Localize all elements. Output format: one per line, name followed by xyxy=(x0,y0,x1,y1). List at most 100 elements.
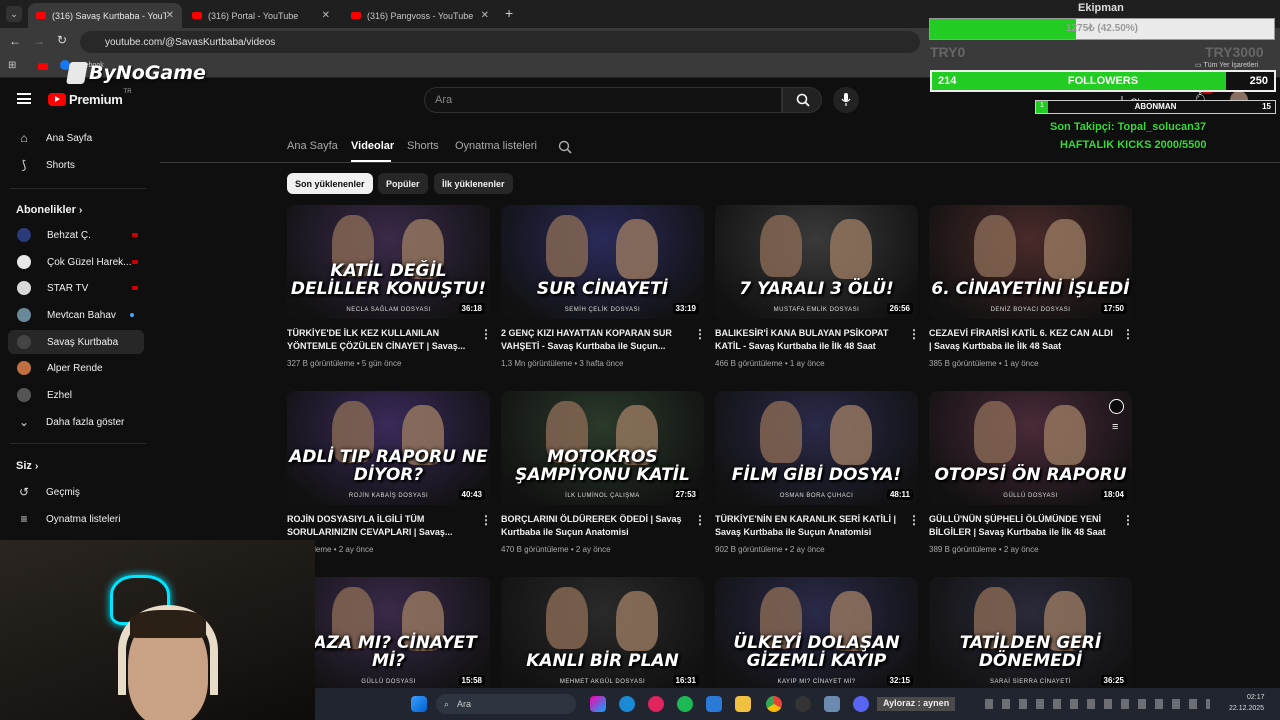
tab-shorts[interactable]: Shorts xyxy=(407,140,439,152)
more-actions-icon[interactable]: ⋮ xyxy=(694,327,706,341)
person-silhouette xyxy=(974,401,1016,463)
sidebar-sub-alper-rende[interactable]: Alper Rende xyxy=(8,356,144,380)
sidebar-sub-mevtcan[interactable]: Mevtcan Bahav xyxy=(8,303,144,327)
video-title[interactable]: BORÇLARINI ÖLDÜREREK ÖDEDİ | Savaş Kurtb… xyxy=(501,513,686,539)
search-button[interactable] xyxy=(782,87,822,113)
sidebar-item-playlists[interactable]: ≡ Oynatma listeleri xyxy=(8,507,144,531)
youtube-favicon-icon xyxy=(192,12,202,19)
sidebar-item-shorts[interactable]: ⟆ Shorts xyxy=(8,153,144,177)
chip-oldest[interactable]: İlk yüklenenler xyxy=(434,173,513,194)
more-actions-icon[interactable]: ⋮ xyxy=(1122,513,1134,527)
video-duration: 16:31 xyxy=(672,675,699,686)
close-tab-icon[interactable]: ✕ xyxy=(481,10,489,21)
sidebar-sub-ezhel[interactable]: Ezhel xyxy=(8,383,144,407)
search-input[interactable]: Ara xyxy=(424,87,782,113)
more-actions-icon[interactable]: ⋮ xyxy=(908,327,920,341)
video-thumbnail[interactable]: SUR CİNAYETİ SEMİH ÇELİK DOSYASI 33:19 xyxy=(501,205,704,319)
video-thumbnail[interactable]: 7 YARALI 3 ÖLÜ! MUSTAFA EMLİK DOSYASI 26:5… xyxy=(715,205,918,319)
video-thumbnail[interactable]: ADLİ TIP RAPORU NE DİYOR? ROJİN KABAİŞ DO… xyxy=(287,391,490,505)
copilot-icon[interactable] xyxy=(590,696,606,712)
thumbnail-title: KANLI BİR PLAN xyxy=(526,651,679,672)
video-duration: 32:15 xyxy=(886,675,913,686)
search-icon xyxy=(796,93,810,107)
chevron-right-icon: › xyxy=(78,205,83,216)
tray-icons xyxy=(985,699,1210,709)
more-actions-icon[interactable]: ⋮ xyxy=(1122,327,1134,341)
tabs-divider xyxy=(160,162,1280,163)
new-tab-icon[interactable]: + xyxy=(505,5,513,21)
video-thumbnail[interactable]: KAZA MI? CİNAYET Mİ? GÜLLÜ DOSYASI 15:58 xyxy=(287,577,490,691)
reload-icon[interactable]: ↻ xyxy=(57,33,67,47)
menu-icon[interactable] xyxy=(17,93,31,104)
browser-tab-0[interactable]: (316) Savaş Kurtbaba - YouTube✕ xyxy=(28,3,182,28)
address-bar[interactable]: youtube.com/@SavasKurtbaba/videos xyxy=(80,31,920,53)
more-actions-icon[interactable]: ⋮ xyxy=(480,327,492,341)
sidebar-sub-star-tv[interactable]: STAR TV xyxy=(8,276,144,300)
sidebar-sub-cok-guzel[interactable]: Çok Güzel Harek... xyxy=(8,250,144,274)
video-title[interactable]: 2 GENÇ KIZI HAYATTAN KOPARAN SUR VAHŞETİ… xyxy=(501,327,686,353)
search-icon: ⌕ xyxy=(444,698,450,709)
youtube-bookmark-icon[interactable] xyxy=(38,63,48,70)
bynogame-mark-icon xyxy=(66,62,88,84)
media-player-icon[interactable] xyxy=(648,696,664,712)
more-actions-icon[interactable]: ⋮ xyxy=(480,513,492,527)
you-heading[interactable]: Siz › xyxy=(16,460,38,472)
windows-start-icon[interactable] xyxy=(411,696,427,712)
video-title[interactable]: CEZAEVİ FİRARİSİ KATİL 6. KEZ CAN ALDI |… xyxy=(929,327,1114,353)
video-title[interactable]: TÜRKİYE'DE İLK KEZ KULLANILAN YÖNTEMLE Ç… xyxy=(287,327,472,353)
edge-icon[interactable] xyxy=(619,696,635,712)
tab-home[interactable]: Ana Sayfa xyxy=(287,140,338,152)
sidebar-sub-behzat[interactable]: Behzat Ç. xyxy=(8,223,144,247)
tab-list-icon[interactable]: ⌄ xyxy=(6,6,22,22)
upload-age: 5 gün önce xyxy=(361,359,402,368)
back-icon[interactable]: ← xyxy=(9,34,21,48)
browser-tab-2[interactable]: (316) Pangvoss - YouTube ✕ xyxy=(343,3,497,28)
video-duration: 36:25 xyxy=(1100,675,1127,686)
more-actions-icon[interactable]: ⋮ xyxy=(694,513,706,527)
video-duration: 18:04 xyxy=(1100,489,1127,500)
obs-icon[interactable] xyxy=(795,696,811,712)
taskbar-search[interactable]: ⌕ Ara xyxy=(436,694,576,714)
show-more-button[interactable]: ⌄ Daha fazla göster xyxy=(8,410,144,434)
browser-tab-1[interactable]: (316) Portal - YouTube ✕ xyxy=(184,3,338,28)
video-title[interactable]: BALIKESİR'İ KANA BULAYAN PSİKOPAT KATİL … xyxy=(715,327,900,353)
sidebar-sub-savas-kurtbaba[interactable]: Savaş Kurtbaba xyxy=(8,330,144,354)
more-actions-icon[interactable]: ⋮ xyxy=(908,513,920,527)
video-thumbnail[interactable]: TATİLDEN GERİ DÖNEMEDİ SARAİ SİERRA CİNAY… xyxy=(929,577,1132,691)
forward-icon[interactable]: → xyxy=(33,34,45,48)
all-bookmarks[interactable]: ▭ Tüm Yer İşaretleri xyxy=(1195,61,1258,69)
sidebar-item-home[interactable]: ⌂ Ana Sayfa xyxy=(8,126,144,150)
video-thumbnail[interactable]: ÜLKEYİ DOLAŞAN GİZEMLİ KAYIP KAYIP MI? Cİ… xyxy=(715,577,918,691)
video-thumbnail[interactable]: KANLI BİR PLAN MEHMET AKGÜL DOSYASI 16:31 xyxy=(501,577,704,691)
video-thumbnail[interactable]: KATİL DEĞİL DELİLLER KONUŞTU! NECLA SAĞLA… xyxy=(287,205,490,319)
close-tab-icon[interactable]: ✕ xyxy=(166,10,174,21)
tab-videos[interactable]: Videolar xyxy=(351,140,394,152)
video-title[interactable]: ROJİN DOSYASIYLA İLGİLİ TÜM SORULARINIZI… xyxy=(287,513,472,539)
spotify-icon[interactable] xyxy=(677,696,693,712)
channel-search-icon[interactable] xyxy=(558,140,572,154)
voice-search-button[interactable] xyxy=(833,87,859,113)
sidebar-item-history[interactable]: ↺ Geçmiş xyxy=(8,480,144,504)
chip-popular[interactable]: Popüler xyxy=(378,173,428,194)
explorer-icon[interactable] xyxy=(735,696,751,712)
youtube-logo[interactable]: Premium TR xyxy=(48,89,132,107)
chip-latest[interactable]: Son yüklenenler xyxy=(287,173,373,194)
video-thumbnail[interactable]: 6. CİNAYETİNİ İŞLEDİ DENİZ BOYACI DOSYASI… xyxy=(929,205,1132,319)
live-icon xyxy=(132,233,138,237)
video-thumbnail[interactable]: OTOPSİ ÖN RAPORU GÜLLÜ DOSYASI 18:04 xyxy=(929,391,1132,505)
video-thumbnail[interactable]: MOTOKROS ŞAMPİYONU KATİL İLK LUMİNOL ÇALI… xyxy=(501,391,704,505)
watch-later-icon[interactable] xyxy=(1109,399,1124,414)
discord-icon[interactable] xyxy=(853,696,869,712)
add-to-queue-icon[interactable]: ≡ xyxy=(1112,421,1118,433)
close-tab-icon[interactable]: ✕ xyxy=(322,10,330,21)
chrome-icon[interactable] xyxy=(766,696,782,712)
tab-playlists[interactable]: Oynatma listeleri xyxy=(455,140,537,152)
person-silhouette xyxy=(974,215,1016,277)
video-title[interactable]: GÜLLÜ'NÜN ŞÜPHELİ ÖLÜMÜNDE YENİ BİLGİLER… xyxy=(929,513,1114,539)
store-icon[interactable] xyxy=(706,696,722,712)
apps-grid-icon[interactable]: ⊞ xyxy=(8,60,16,71)
video-title[interactable]: TÜRKİYE'NİN EN KARANLIK SERİ KATİLİ | Sa… xyxy=(715,513,900,539)
video-thumbnail[interactable]: FİLM GİBİ DOSYA! OSMAN BORA ÇUHACI 48:11 xyxy=(715,391,918,505)
app-icon[interactable] xyxy=(824,696,840,712)
subscriptions-heading[interactable]: Abonelikler › xyxy=(16,204,82,216)
